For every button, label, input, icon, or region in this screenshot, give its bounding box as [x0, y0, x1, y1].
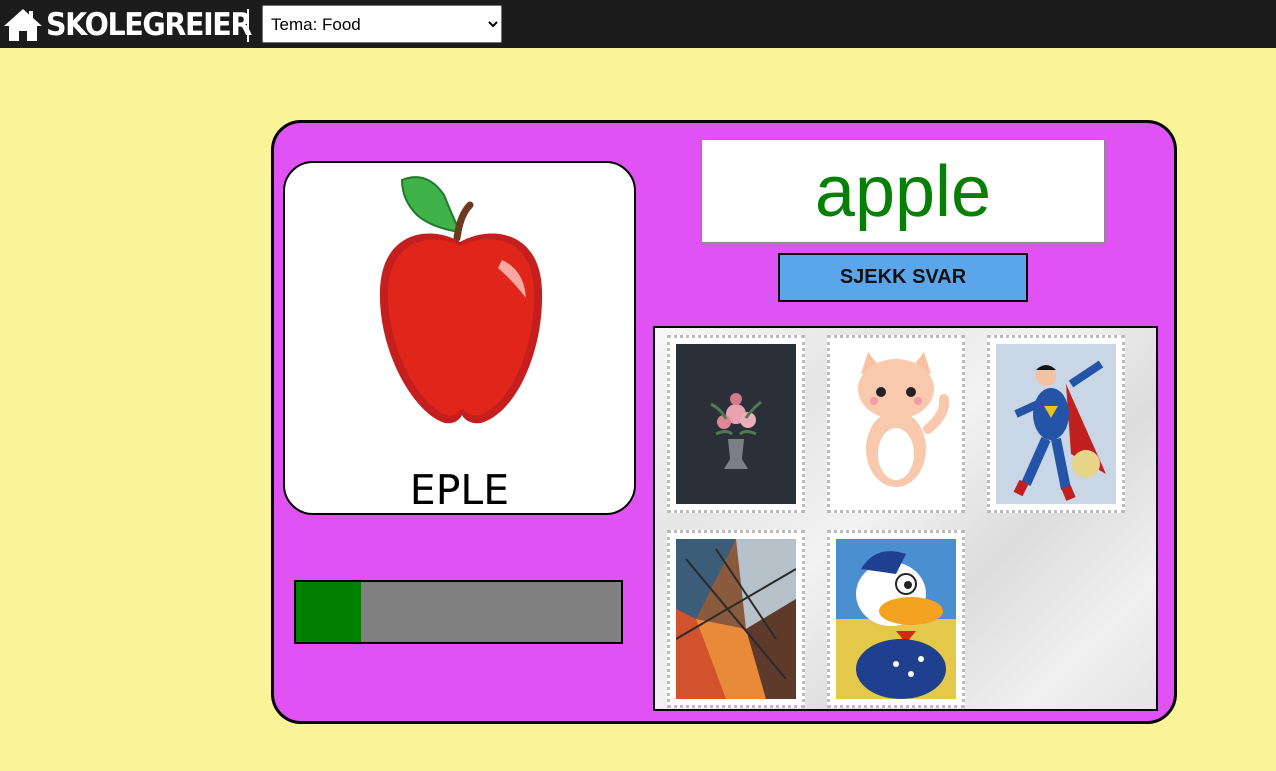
cat-art [836, 344, 956, 504]
check-answer-button[interactable]: SJEKK SVAR [778, 253, 1028, 302]
top-bar: SKOLEGREIER Tema: Food [0, 0, 1276, 48]
flashcard-word: EPLE [409, 466, 510, 514]
logo-text: SKOLEGREIER [46, 7, 252, 43]
stamp-cat[interactable] [827, 335, 965, 513]
stamp-flower-vase[interactable] [667, 335, 805, 513]
answer-field[interactable]: apple [701, 139, 1105, 243]
house-icon [4, 9, 42, 41]
stamp-abstract-painting[interactable] [667, 530, 805, 708]
donald-duck-art [836, 539, 956, 699]
apple-image [379, 176, 543, 424]
progress-bar [294, 580, 623, 644]
flower-vase-art [676, 344, 796, 504]
stamp-donald-duck[interactable] [827, 530, 965, 708]
site-logo[interactable]: SKOLEGREIER [2, 6, 269, 44]
superman-art [996, 344, 1116, 504]
progress-fill [296, 582, 361, 642]
stamp-collection [653, 326, 1158, 711]
theme-select[interactable]: Tema: Food [262, 5, 502, 43]
stamp-superman[interactable] [987, 335, 1125, 513]
logo-divider [247, 9, 249, 42]
abstract-painting-art [675, 539, 797, 699]
